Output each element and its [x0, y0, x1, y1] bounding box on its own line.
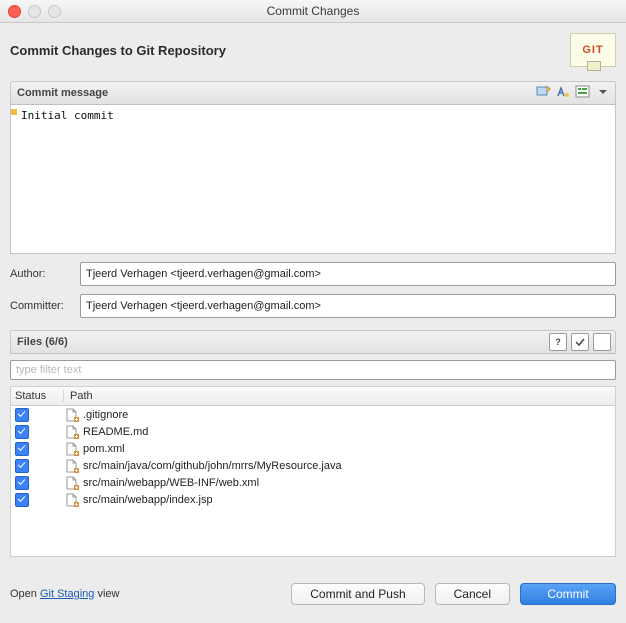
files-table-body: .gitignore README.md pom.xml src/main/java/… — [10, 406, 616, 557]
commit-button[interactable]: Commit — [520, 583, 616, 605]
dialog-heading: Commit Changes to Git Repository — [10, 43, 226, 58]
commit-message-section-header: Commit message — [10, 81, 616, 105]
row-checkbox[interactable] — [15, 476, 29, 490]
window-controls — [8, 5, 61, 18]
commit-message-textarea[interactable]: Initial commit — [10, 105, 616, 254]
commit-and-push-button[interactable]: Commit and Push — [291, 583, 424, 605]
status-column-header[interactable]: Status — [15, 390, 63, 402]
file-icon — [65, 476, 79, 490]
row-checkbox[interactable] — [15, 442, 29, 456]
file-icon — [65, 408, 79, 422]
row-checkbox[interactable] — [15, 493, 29, 507]
author-input[interactable] — [80, 262, 616, 286]
files-section-header: Files (6/6) ? — [10, 330, 616, 354]
menu-chevron-icon[interactable] — [595, 84, 611, 100]
filter-input[interactable] — [10, 360, 616, 380]
table-row[interactable]: .gitignore — [11, 406, 615, 423]
minimize-icon — [28, 5, 41, 18]
cancel-button[interactable]: Cancel — [435, 583, 510, 605]
window-title: Commit Changes — [0, 4, 626, 18]
row-checkbox[interactable] — [15, 425, 29, 439]
table-row[interactable]: src/main/webapp/WEB-INF/web.xml — [11, 474, 615, 491]
file-path: src/main/java/com/github/john/mrrs/MyRes… — [83, 460, 342, 472]
file-icon — [65, 442, 79, 456]
files-section-label: Files (6/6) — [17, 336, 68, 348]
files-table-header: Status Path — [10, 386, 616, 406]
amend-icon[interactable] — [535, 84, 551, 100]
deselect-all-icon[interactable] — [593, 333, 611, 351]
file-path: pom.xml — [83, 443, 125, 455]
git-logo-icon: GIT — [570, 33, 616, 67]
file-icon — [65, 493, 79, 507]
commit-message-label: Commit message — [17, 87, 108, 99]
committer-label: Committer: — [10, 300, 72, 312]
table-row[interactable]: README.md — [11, 423, 615, 440]
help-icon[interactable]: ? — [549, 333, 567, 351]
author-label: Author: — [10, 268, 72, 280]
commit-changes-dialog: Commit Changes Commit Changes to Git Rep… — [0, 0, 626, 623]
warning-marker-icon — [11, 109, 17, 115]
zoom-icon — [48, 5, 61, 18]
git-staging-link[interactable]: Git Staging — [40, 588, 94, 600]
table-row[interactable]: src/main/webapp/index.jsp — [11, 491, 615, 508]
file-path: src/main/webapp/index.jsp — [83, 494, 213, 506]
signoff-icon[interactable] — [555, 84, 571, 100]
close-icon[interactable] — [8, 5, 21, 18]
commit-message-text: Initial commit — [21, 109, 114, 122]
footer-hint: Open Git Staging view — [10, 588, 281, 600]
changeid-icon[interactable] — [575, 84, 591, 100]
file-path: README.md — [83, 426, 148, 438]
select-all-icon[interactable] — [571, 333, 589, 351]
committer-input[interactable] — [80, 294, 616, 318]
row-checkbox[interactable] — [15, 459, 29, 473]
file-path: .gitignore — [83, 409, 128, 421]
file-icon — [65, 459, 79, 473]
table-row[interactable]: pom.xml — [11, 440, 615, 457]
file-path: src/main/webapp/WEB-INF/web.xml — [83, 477, 259, 489]
table-row[interactable]: src/main/java/com/github/john/mrrs/MyRes… — [11, 457, 615, 474]
row-checkbox[interactable] — [15, 408, 29, 422]
path-column-header[interactable]: Path — [63, 390, 615, 402]
title-bar: Commit Changes — [0, 0, 626, 23]
file-icon — [65, 425, 79, 439]
